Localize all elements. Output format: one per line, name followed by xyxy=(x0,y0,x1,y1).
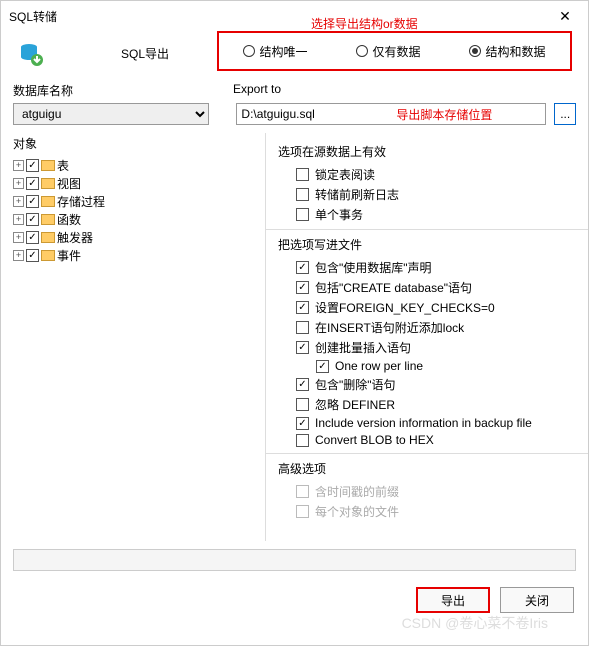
opt-lock-tables[interactable]: 锁定表阅读 xyxy=(296,166,576,183)
tree-item-views[interactable]: +视图 xyxy=(13,174,253,192)
opt-foreign-key-checks[interactable]: 设置FOREIGN_KEY_CHECKS=0 xyxy=(296,299,576,316)
opt-one-row-per-line[interactable]: One row per line xyxy=(316,359,576,373)
opt-single-transaction[interactable]: 单个事务 xyxy=(296,206,576,223)
group-source-options: 选项在源数据上有效 xyxy=(278,143,576,160)
opt-use-database[interactable]: 包含"使用数据库"声明 xyxy=(296,259,576,276)
watermark: CSDN @卷心菜不卷Iris xyxy=(402,613,548,633)
tree-item-procedures[interactable]: +存储过程 xyxy=(13,192,253,210)
db-export-icon xyxy=(19,42,43,66)
opt-flush-logs[interactable]: 转储前刷新日志 xyxy=(296,186,576,203)
tree-item-functions[interactable]: +函数 xyxy=(13,210,253,228)
tree-item-triggers[interactable]: +触发器 xyxy=(13,228,253,246)
opt-bulk-insert[interactable]: 创建批量插入语句 xyxy=(296,339,576,356)
annotation-path: 导出脚本存储位置 xyxy=(396,106,492,123)
opt-ignore-definer[interactable]: 忽略 DEFINER xyxy=(296,396,576,413)
annotation-top: 选择导出结构or数据 xyxy=(311,15,418,32)
radio-structure-and-data[interactable]: 结构和数据 xyxy=(469,43,545,60)
tree-item-events[interactable]: +事件 xyxy=(13,246,253,264)
tree-item-tables[interactable]: +表 xyxy=(13,156,253,174)
dbname-label: 数据库名称 xyxy=(13,82,233,99)
opt-timestamp-prefix: 含时间戳的前缀 xyxy=(296,483,576,500)
opt-file-per-object: 每个对象的文件 xyxy=(296,503,576,520)
opt-create-database[interactable]: 包括"CREATE database"语句 xyxy=(296,279,576,296)
progress-bar xyxy=(13,549,576,571)
opt-insert-lock[interactable]: 在INSERT语句附近添加lock xyxy=(296,319,576,336)
sql-export-label: SQL导出 xyxy=(121,45,169,62)
objects-label: 对象 xyxy=(13,135,253,152)
browse-button[interactable]: ... xyxy=(554,103,576,125)
radio-structure-only[interactable]: 结构唯一 xyxy=(243,43,307,60)
exportto-label: Export to xyxy=(233,82,281,99)
radio-data-only[interactable]: 仅有数据 xyxy=(356,43,420,60)
export-path-input[interactable] xyxy=(236,103,546,125)
close-icon[interactable]: ✕ xyxy=(550,8,580,25)
group-file-options: 把选项写进文件 xyxy=(278,236,576,253)
export-mode-group: 结构唯一 仅有数据 结构和数据 xyxy=(217,31,572,71)
group-advanced: 高级选项 xyxy=(278,460,576,477)
database-select[interactable]: atguigu xyxy=(13,103,209,125)
opt-drop-statement[interactable]: 包含"删除"语句 xyxy=(296,376,576,393)
export-button[interactable]: 导出 xyxy=(416,587,490,613)
close-button[interactable]: 关闭 xyxy=(500,587,574,613)
window-title: SQL转储 xyxy=(9,8,550,25)
opt-version-info[interactable]: Include version information in backup fi… xyxy=(296,416,576,430)
opt-blob-hex[interactable]: Convert BLOB to HEX xyxy=(296,433,576,447)
